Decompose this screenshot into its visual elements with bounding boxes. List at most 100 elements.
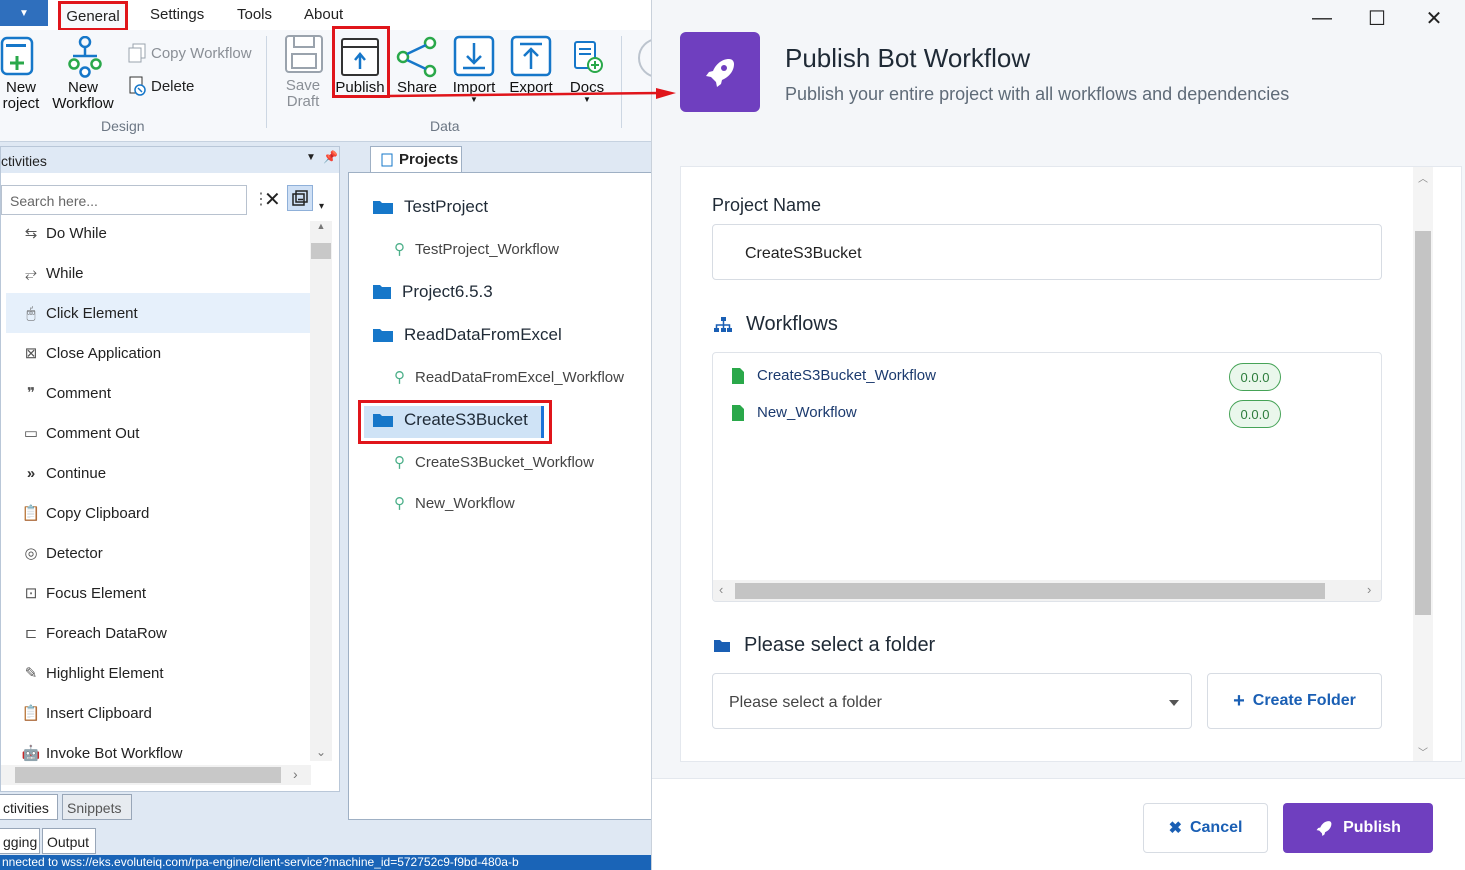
share-button[interactable]: Share — [394, 80, 440, 96]
list-item[interactable]: ⊠ Close Application — [6, 333, 310, 373]
new-workflow-label-1: New — [67, 79, 98, 96]
minimize-icon[interactable]: — — [1307, 6, 1337, 30]
list-item[interactable]: » Continue — [6, 453, 310, 493]
panel-dropdown-icon[interactable]: ▼ — [306, 152, 316, 163]
list-item[interactable]: ◎ Detector — [6, 533, 310, 573]
list-item[interactable]: ▭ Comment Out — [6, 413, 310, 453]
docs-button[interactable]: Docs ▼ — [566, 80, 608, 104]
clear-search-icon[interactable]: ✕ — [264, 187, 281, 212]
list-item[interactable]: CreateS3Bucket_Workflow — [731, 367, 936, 384]
close-app-icon: ⊠ — [24, 345, 38, 362]
pin-icon[interactable]: 📌 — [323, 150, 338, 164]
activities-vertical-scrollbar[interactable]: ▲ ⌄ — [310, 221, 332, 761]
hscroll-thumb[interactable] — [15, 767, 281, 783]
comment-out-icon: ▭ — [23, 425, 39, 442]
save-draft-label-2: Draft — [286, 93, 320, 110]
scroll-right-icon[interactable]: › — [293, 766, 298, 782]
scroll-thumb[interactable] — [1415, 231, 1431, 615]
list-item-label: Foreach DataRow — [46, 624, 167, 642]
project-name-field[interactable]: CreateS3Bucket — [712, 224, 1382, 280]
publish-button[interactable]: Publish — [1283, 803, 1433, 853]
workflow-name: New_Workflow — [757, 404, 857, 421]
tree-label: CreateS3Bucket — [404, 410, 528, 429]
menu-about[interactable]: About — [304, 6, 343, 23]
app-menu-dropdown[interactable]: ▼ — [0, 0, 48, 26]
create-folder-button[interactable]: + Create Folder — [1207, 673, 1382, 729]
import-button[interactable]: Import ▼ — [448, 80, 500, 104]
workflow-icon: ⚲ — [394, 369, 405, 386]
folder-select[interactable]: Please select a folder — [712, 673, 1192, 729]
delete-button[interactable]: Delete — [128, 76, 194, 96]
copy-workflow-button[interactable]: Copy Workflow — [128, 43, 252, 63]
scroll-up-icon[interactable]: ▲ — [310, 221, 332, 237]
version-badge: 0.0.0 — [1229, 363, 1281, 391]
list-item[interactable]: ⊏ Foreach DataRow — [6, 613, 310, 653]
menu-general[interactable]: General — [58, 1, 128, 31]
list-item[interactable]: ⥂ While — [6, 253, 310, 293]
tree-folder-selected[interactable]: CreateS3Bucket — [372, 410, 528, 430]
tree-folder[interactable]: TestProject — [372, 197, 488, 217]
workflows-list: CreateS3Bucket_Workflow 0.0.0 New_Workfl… — [712, 352, 1382, 602]
maximize-icon[interactable]: ☐ — [1362, 6, 1392, 30]
filter-dropdown-icon[interactable]: ▾ — [319, 201, 324, 212]
hscroll-thumb[interactable] — [735, 583, 1325, 599]
activities-header: ctivities ▼ 📌 — [1, 147, 339, 173]
scroll-right-icon[interactable]: › — [1367, 582, 1371, 597]
cancel-button[interactable]: ✖ Cancel — [1143, 803, 1268, 853]
workflows-horizontal-scrollbar[interactable]: ‹ › — [713, 580, 1381, 601]
publish-dialog: — ☐ ✕ Publish Bot Workflow Publish your … — [651, 0, 1465, 870]
tab-snippets[interactable]: Snippets — [62, 794, 132, 820]
collapse-all-icon[interactable] — [287, 185, 313, 211]
tab-projects[interactable]: Projects — [370, 146, 462, 172]
caret-down-icon — [1169, 700, 1179, 706]
list-item[interactable]: 📋 Copy Clipboard — [6, 493, 310, 533]
tree-label: CreateS3Bucket_Workflow — [415, 453, 594, 471]
plus-icon: + — [1233, 690, 1245, 712]
projects-tab-label: Projects — [399, 151, 459, 168]
new-workflow-button[interactable]: New Workflow — [50, 80, 116, 112]
tree-workflow[interactable]: ⚲ CreateS3Bucket_Workflow — [394, 453, 594, 472]
new-project-label-2: roject — [2, 95, 40, 112]
rocket-icon — [680, 32, 760, 112]
scroll-up-icon[interactable]: ︿ — [1413, 169, 1433, 185]
tab-output[interactable]: Output — [42, 828, 96, 854]
scroll-down-icon[interactable]: ⌄ — [310, 745, 332, 761]
scroll-thumb[interactable] — [311, 243, 331, 259]
focus-icon: ⊡ — [24, 585, 38, 602]
export-button[interactable]: Export — [506, 80, 556, 96]
scroll-left-icon[interactable]: ‹ — [719, 582, 723, 597]
list-item[interactable]: 🖱 Click Element — [6, 293, 310, 333]
tree-folder[interactable]: Project6.5.3 — [372, 282, 493, 302]
dialog-vertical-scrollbar[interactable]: ︿ ﹀ — [1413, 167, 1433, 761]
tree-workflow[interactable]: ⚲ New_Workflow — [394, 494, 515, 513]
list-item[interactable]: ⇆ Do While — [6, 213, 310, 253]
workflow-icon: ⚲ — [394, 495, 405, 512]
menu-settings[interactable]: Settings — [150, 6, 204, 23]
tree-folder[interactable]: ReadDataFromExcel — [372, 325, 562, 345]
ribbon: New roject New Workflow Copy Workflow De… — [0, 30, 655, 142]
tree-workflow[interactable]: ⚲ ReadDataFromExcel_Workflow — [394, 368, 624, 387]
list-item-label: Invoke Bot Workflow — [46, 744, 183, 762]
activities-horizontal-scrollbar[interactable]: › — [1, 765, 311, 785]
list-item[interactable]: New_Workflow — [731, 404, 857, 421]
new-project-button[interactable]: New roject — [0, 80, 42, 112]
list-item[interactable]: ❞ Comment — [6, 373, 310, 413]
tree-workflow[interactable]: ⚲ TestProject_Workflow — [394, 240, 559, 259]
list-item[interactable]: ⊡ Focus Element — [6, 573, 310, 613]
tab-activities[interactable]: ctivities — [0, 794, 58, 820]
close-icon[interactable]: ✕ — [1419, 6, 1449, 30]
new-project-icon — [0, 36, 36, 79]
ribbon-separator-2 — [621, 36, 622, 128]
highlight-icon: ✎ — [24, 665, 38, 682]
list-item[interactable]: ✎ Highlight Element — [6, 653, 310, 693]
project-name-label: Project Name — [712, 195, 822, 215]
tab-logging[interactable]: gging — [0, 828, 40, 854]
activities-search-input[interactable]: Search here... — [1, 185, 247, 215]
dialog-footer: ✖ Cancel Publish — [652, 778, 1465, 870]
menu-tools[interactable]: Tools — [237, 6, 272, 23]
loop-icon: ⇆ — [24, 225, 38, 242]
delete-label: Delete — [151, 77, 195, 95]
save-draft-button[interactable]: Save Draft — [280, 78, 326, 110]
scroll-down-icon[interactable]: ﹀ — [1413, 743, 1433, 759]
list-item[interactable]: 📋 Insert Clipboard — [6, 693, 310, 733]
